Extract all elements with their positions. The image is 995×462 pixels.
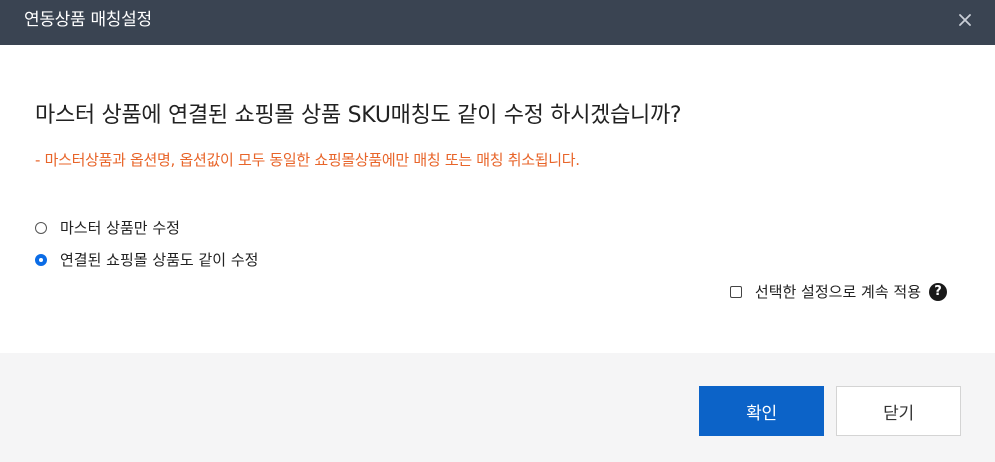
confirm-question: 마스터 상품에 연결된 쇼핑몰 상품 SKU매칭도 같이 수정 하시겠습니까? (35, 103, 682, 128)
option-master-only-label: 마스터 상품만 수정 (60, 219, 180, 237)
option-master-only[interactable]: 마스터 상품만 수정 (35, 217, 180, 238)
keep-setting-label: 선택한 설정으로 계속 적용 (754, 283, 921, 301)
close-button[interactable] (951, 6, 979, 34)
radio-master-only[interactable] (35, 221, 47, 234)
dialog-body: 마스터 상품에 연결된 쇼핑몰 상품 SKU매칭도 같이 수정 하시겠습니까? … (0, 45, 995, 353)
dialog-footer: 확인 닫기 (0, 353, 995, 462)
close-dialog-button[interactable]: 닫기 (836, 386, 961, 436)
radio-include-linked[interactable] (35, 253, 47, 266)
dialog-title: 연동상품 매칭설정 (24, 10, 152, 30)
question-circle-icon[interactable]: ? (929, 282, 947, 301)
keep-setting-row: 선택한 설정으로 계속 적용 ? (729, 281, 947, 302)
dialog-header: 연동상품 매칭설정 (0, 0, 995, 45)
option-include-linked-label: 연결된 쇼핑몰 상품도 같이 수정 (60, 251, 259, 269)
keep-setting-checkbox[interactable] (729, 285, 742, 298)
matching-settings-dialog: 연동상품 매칭설정 마스터 상품에 연결된 쇼핑몰 상품 SKU매칭도 같이 수… (0, 0, 995, 462)
matching-notice: - 마스터상품과 옵션명, 옵션값이 모두 동일한 쇼핑몰상품에만 매칭 또는 … (35, 151, 580, 169)
option-include-linked[interactable]: 연결된 쇼핑몰 상품도 같이 수정 (35, 249, 258, 270)
close-icon (959, 14, 971, 26)
confirm-button[interactable]: 확인 (699, 386, 824, 436)
